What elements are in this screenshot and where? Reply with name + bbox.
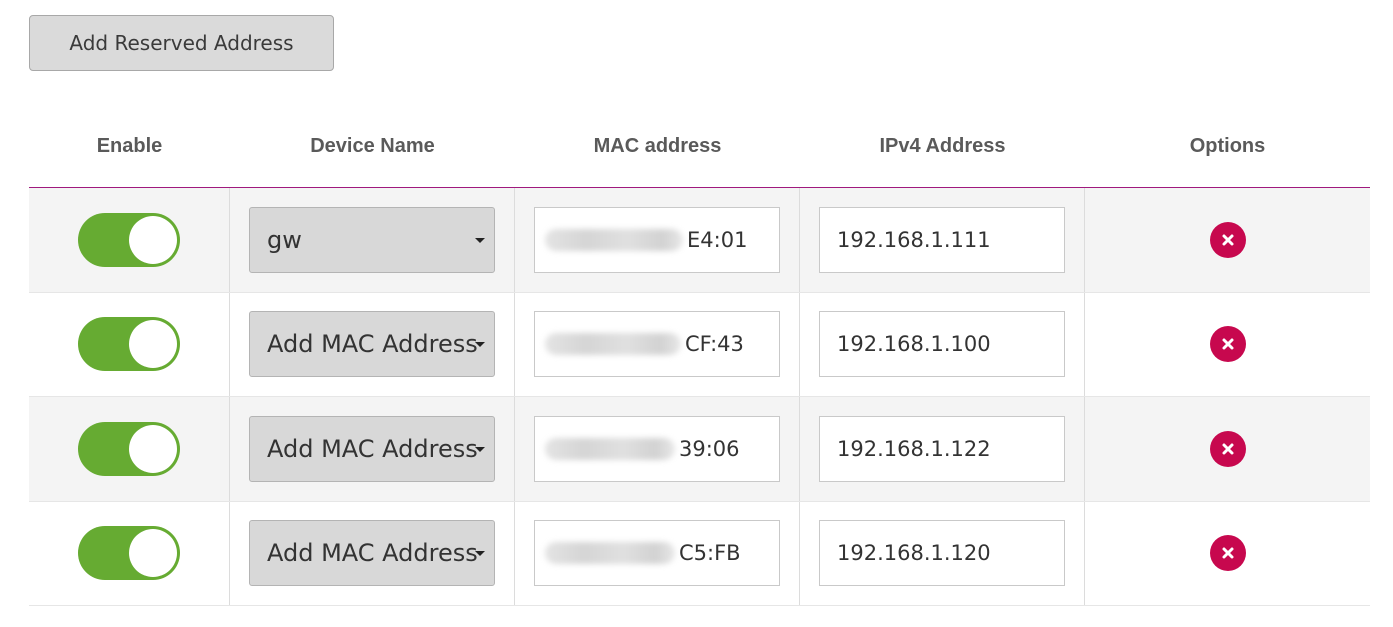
table-row: Add MAC Address C5:FB 192.168.1.120 [29, 501, 1370, 606]
ipv4-address-input[interactable]: 192.168.1.111 [819, 206, 1065, 273]
header-device-name: Device Name [310, 135, 435, 157]
redacted-mac-prefix [545, 542, 675, 565]
add-reserved-address-button[interactable]: Add Reserved Address [29, 15, 334, 71]
caret-down-icon [475, 237, 485, 243]
ipv4-cell: 192.168.1.120 [800, 501, 1085, 605]
caret-down-icon [475, 446, 485, 452]
device-name-select[interactable]: gw [249, 206, 495, 273]
caret-down-icon [475, 551, 485, 557]
mac-address-input[interactable]: CF:43 [534, 311, 780, 378]
device-name-select[interactable]: Add MAC Address [249, 311, 495, 378]
enable-toggle[interactable] [78, 526, 180, 581]
ipv4-cell: 192.168.1.122 [800, 397, 1085, 501]
device-name-value: Add MAC Address [267, 330, 478, 359]
mac-cell: 39:06 [515, 397, 800, 501]
device-name-select[interactable]: Add MAC Address [249, 520, 495, 587]
header-mac-address: MAC address [593, 135, 722, 157]
mac-address-suffix: 39:06 [679, 436, 740, 461]
table-row: Add MAC Address 39:06 192.168.1.122 [29, 397, 1370, 502]
ipv4-address-input[interactable]: 192.168.1.120 [819, 520, 1065, 587]
close-icon [1222, 338, 1233, 350]
dhcp-reservation-panel: Add Reserved Address Enable Device Name … [0, 0, 1393, 627]
table-row: gw E4:01 192.168.1.111 [29, 188, 1370, 293]
device-name-value: Add MAC Address [267, 434, 478, 463]
redacted-mac-prefix [545, 333, 681, 356]
enable-toggle[interactable] [78, 317, 180, 372]
close-icon [1222, 547, 1233, 559]
enable-cell [29, 292, 230, 396]
mac-address-suffix: C5:FB [679, 541, 741, 566]
ipv4-address-input[interactable]: 192.168.1.122 [819, 415, 1065, 482]
device-name-cell: Add MAC Address [230, 501, 515, 605]
ipv4-cell: 192.168.1.100 [800, 292, 1085, 396]
enable-cell [29, 397, 230, 501]
device-name-cell: gw [230, 188, 515, 292]
close-icon [1222, 443, 1233, 455]
toggle-knob [129, 424, 177, 473]
ipv4-address-value: 192.168.1.111 [837, 227, 991, 252]
header-enable: Enable [96, 135, 163, 157]
mac-cell: E4:01 [515, 188, 800, 292]
device-name-value: Add MAC Address [267, 539, 478, 568]
enable-toggle[interactable] [78, 421, 180, 476]
device-name-value: gw [267, 225, 302, 254]
table-row: Add MAC Address CF:43 192.168.1.100 [29, 292, 1370, 397]
redacted-mac-prefix [545, 228, 683, 251]
ipv4-address-input[interactable]: 192.168.1.100 [819, 311, 1065, 378]
header-options: Options [1189, 135, 1266, 157]
delete-button[interactable] [1209, 221, 1246, 258]
header-ipv4-address: IPv4 Address [879, 135, 1006, 157]
mac-cell: CF:43 [515, 292, 800, 396]
mac-cell: C5:FB [515, 501, 800, 605]
options-cell [1085, 188, 1370, 292]
mac-address-input[interactable]: 39:06 [534, 415, 780, 482]
toggle-knob [129, 320, 177, 369]
mac-address-suffix: E4:01 [687, 227, 748, 252]
mac-address-input[interactable]: E4:01 [534, 206, 780, 273]
close-icon [1222, 234, 1233, 246]
enable-cell [29, 501, 230, 605]
toggle-knob [129, 215, 177, 264]
redacted-mac-prefix [545, 437, 675, 460]
delete-button[interactable] [1209, 535, 1246, 572]
device-name-cell: Add MAC Address [230, 397, 515, 501]
options-cell [1085, 397, 1370, 501]
delete-button[interactable] [1209, 430, 1246, 467]
ipv4-address-value: 192.168.1.100 [837, 332, 991, 357]
options-cell [1085, 293, 1370, 397]
delete-button[interactable] [1209, 326, 1246, 363]
device-name-select[interactable]: Add MAC Address [249, 415, 495, 482]
ipv4-address-value: 192.168.1.122 [837, 436, 991, 461]
mac-address-suffix: CF:43 [685, 332, 744, 357]
table-header: Enable Device Name MAC address IPv4 Addr… [29, 110, 1370, 188]
enable-cell [29, 188, 230, 292]
mac-address-input[interactable]: C5:FB [534, 520, 780, 587]
caret-down-icon [475, 342, 485, 348]
enable-toggle[interactable] [78, 212, 180, 267]
toggle-knob [129, 529, 177, 578]
ipv4-address-value: 192.168.1.120 [837, 541, 991, 566]
options-cell [1085, 502, 1370, 606]
reserved-address-table: Enable Device Name MAC address IPv4 Addr… [29, 110, 1370, 606]
ipv4-cell: 192.168.1.111 [800, 188, 1085, 292]
device-name-cell: Add MAC Address [230, 292, 515, 396]
